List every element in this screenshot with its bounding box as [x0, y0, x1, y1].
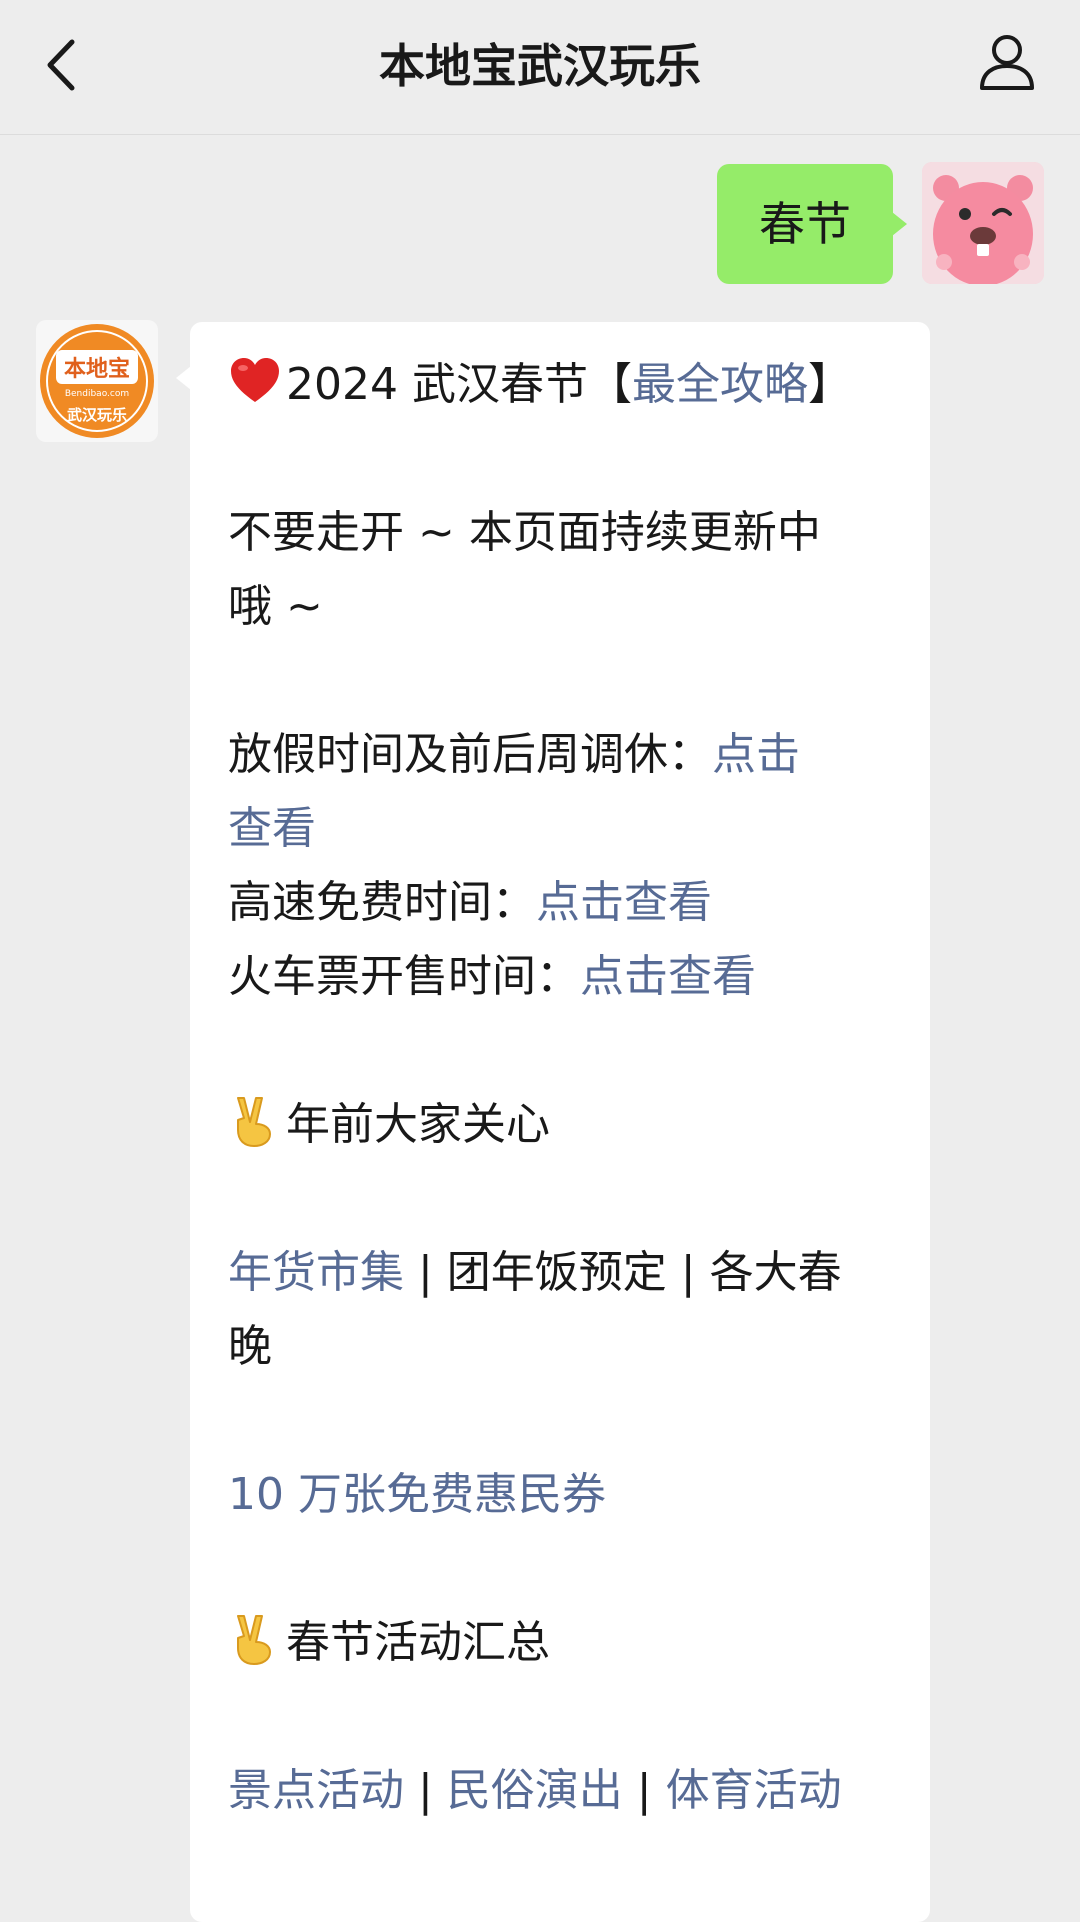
- update-notice: 不要走开 ~ 本页面持续更新中: [228, 507, 821, 558]
- reply-title: 2024 武汉春节【最全攻略】: [228, 348, 892, 422]
- separator: |: [404, 1247, 447, 1298]
- holiday-link-cont[interactable]: 查看: [228, 803, 316, 854]
- guide-link[interactable]: 最全攻略: [632, 359, 808, 410]
- holiday-link[interactable]: 点击: [712, 729, 800, 780]
- victory-hand-icon: [237, 1097, 271, 1147]
- profile-button[interactable]: [974, 30, 1040, 96]
- highway-row: 高速免费时间：点击查看: [228, 866, 892, 940]
- reply-message-bubble: 2024 武汉春节【最全攻略】 不要走开 ~ 本页面持续更新中 哦 ~ 放假时间…: [176, 322, 930, 1922]
- reply-title-suffix: 】: [807, 359, 852, 410]
- person-icon: [980, 35, 1034, 90]
- section-spring-festival-title: 春节活动汇总: [286, 1617, 550, 1668]
- sports-activity-link[interactable]: 体育活动: [666, 1765, 842, 1816]
- user-message-row: 春节: [0, 162, 1080, 286]
- coupon-link[interactable]: 10 万张免费惠民券: [228, 1469, 606, 1520]
- logo-brand-text: 本地宝: [64, 356, 130, 382]
- section-pre-new-year-title: 年前大家关心: [286, 1099, 550, 1150]
- nav-bar: 本地宝武汉玩乐: [0, 0, 1080, 135]
- red-heart-icon: [231, 358, 279, 402]
- reunion-dinner-text[interactable]: 团年饭预定: [447, 1247, 667, 1298]
- gala-text[interactable]: 各大春: [710, 1247, 842, 1298]
- holiday-row: 放假时间及前后周调休：点击: [228, 718, 892, 792]
- section-spring-festival: 春节活动汇总: [228, 1606, 892, 1680]
- section-pre-new-year: 年前大家关心: [228, 1088, 892, 1162]
- train-row: 火车票开售时间：点击查看: [228, 940, 892, 1014]
- gala-text-cont[interactable]: 晚: [228, 1310, 892, 1384]
- bendibao-logo-icon: 本地宝 Bendibao.com 武汉玩乐: [40, 324, 154, 438]
- victory-hand-icon: [237, 1615, 271, 1665]
- page-title: 本地宝武汉玩乐: [379, 39, 701, 93]
- holiday-label: 放假时间及前后周调休：: [228, 729, 712, 780]
- beaver-avatar-icon: [922, 162, 1044, 284]
- update-notice-cont: 哦 ~: [228, 581, 323, 632]
- chevron-left-icon: [47, 39, 75, 91]
- official-account-avatar[interactable]: 本地宝 Bendibao.com 武汉玩乐: [36, 320, 158, 442]
- separator: |: [404, 1765, 447, 1816]
- train-link[interactable]: 点击查看: [580, 951, 756, 1002]
- logo-domain-text: Bendibao.com: [65, 389, 129, 399]
- logo-subtitle-text: 武汉玩乐: [67, 406, 127, 424]
- highway-label: 高速免费时间：: [228, 877, 536, 928]
- scenic-activity-link[interactable]: 景点活动: [228, 1765, 404, 1816]
- reply-title-prefix: 2024 武汉春节【: [286, 359, 632, 410]
- user-avatar[interactable]: [922, 162, 1044, 284]
- separator: |: [622, 1765, 666, 1816]
- new-year-market-link[interactable]: 年货市集: [228, 1247, 404, 1298]
- back-button[interactable]: [38, 30, 88, 100]
- highway-link[interactable]: 点击查看: [536, 877, 712, 928]
- activity-links: 景点活动 | 民俗演出 | 体育活动: [228, 1754, 892, 1828]
- separator: |: [666, 1247, 710, 1298]
- pre-new-year-links: 年货市集 | 团年饭预定 | 各大春: [228, 1236, 892, 1310]
- user-message-bubble[interactable]: 春节: [717, 164, 907, 284]
- folk-performance-link[interactable]: 民俗演出: [447, 1765, 623, 1816]
- train-label: 火车票开售时间：: [228, 951, 580, 1002]
